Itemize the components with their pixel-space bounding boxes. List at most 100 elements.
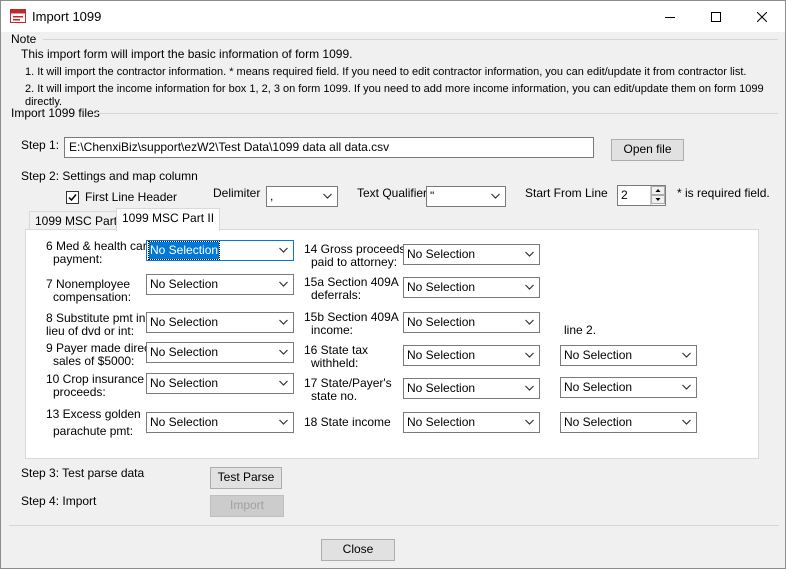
chevron-down-icon <box>279 247 288 253</box>
window-title: Import 1099 <box>32 9 102 24</box>
chevron-down-icon <box>279 419 288 425</box>
field-7-label-2: compensation: <box>53 290 132 304</box>
field-13-value: No Selection <box>150 415 219 429</box>
import-1099-window: Import 1099 Note This import form will i… <box>0 0 786 569</box>
chevron-down-icon <box>279 349 288 355</box>
field-15b-label-2: income: <box>311 323 354 337</box>
field-13-label-2: parachute pmt: <box>53 424 134 438</box>
field-17-state-select[interactable]: No Selection <box>560 377 697 398</box>
bottom-separator <box>9 525 779 526</box>
first-line-header-checkbox[interactable] <box>66 191 79 204</box>
field-16-label-2: withheld: <box>311 356 359 370</box>
close-button[interactable]: Close <box>321 539 395 561</box>
title-bar: Import 1099 <box>1 1 785 32</box>
checkmark-icon <box>68 194 77 202</box>
field-17-label-2: state no. <box>311 389 358 403</box>
field-18-state-select[interactable]: No Selection <box>560 412 697 433</box>
spinner-up-button[interactable] <box>651 186 665 195</box>
import-button[interactable]: Import <box>210 495 284 517</box>
field-16-select[interactable]: No Selection <box>403 345 540 366</box>
first-line-header-label: First Line Header <box>85 190 178 204</box>
field-15b-select[interactable]: No Selection <box>403 312 540 333</box>
field-10-select[interactable]: No Selection <box>146 373 294 394</box>
field-17-state-value: No Selection <box>564 380 633 394</box>
text-qualifier-value: " <box>430 189 435 203</box>
open-file-button[interactable]: Open file <box>611 139 684 161</box>
field-15b-value: No Selection <box>407 315 476 329</box>
maximize-button[interactable] <box>693 1 739 32</box>
chevron-down-icon <box>323 193 332 199</box>
field-16-value: No Selection <box>407 348 476 362</box>
chevron-down-icon <box>279 380 288 386</box>
file-path-input[interactable]: E:\ChenxiBiz\support\ezW2\Test Data\1099… <box>64 137 594 158</box>
caret-up-icon <box>655 189 661 192</box>
field-18-select[interactable]: No Selection <box>403 412 540 433</box>
chevron-down-icon <box>525 251 534 257</box>
chevron-down-icon <box>525 284 534 290</box>
chevron-down-icon <box>682 352 691 358</box>
field-8-value: No Selection <box>150 315 219 329</box>
test-parse-button[interactable]: Test Parse <box>210 467 282 489</box>
note-line-2: 2. It will import the income information… <box>25 83 764 108</box>
chevron-down-icon <box>279 281 288 287</box>
tab-1099-msc-part-2[interactable]: 1099 MSC Part II <box>116 208 221 231</box>
import-group-border <box>93 113 778 114</box>
field-9-select[interactable]: No Selection <box>146 342 294 363</box>
field-7-value: No Selection <box>150 277 219 291</box>
step1-label: Step 1: <box>21 138 60 152</box>
note-line-1: 1. It will import the contractor informa… <box>25 66 747 78</box>
field-6-select[interactable]: No Selection <box>146 240 294 261</box>
field-14-value: No Selection <box>407 247 476 261</box>
chevron-down-icon <box>491 193 500 199</box>
start-from-line-spinner[interactable]: 2 <box>617 185 666 206</box>
note-heading: Note <box>11 32 37 46</box>
field-15a-label-2: deferrals: <box>311 288 362 302</box>
field-15a-value: No Selection <box>407 280 476 294</box>
chevron-down-icon <box>525 352 534 358</box>
step3-label: Step 3: Test parse data <box>21 466 145 480</box>
chevron-down-icon <box>525 385 534 391</box>
field-14-label-2: paid to attorney: <box>311 255 398 269</box>
line-2-label: line 2. <box>564 323 597 337</box>
required-field-note: * is required field. <box>677 186 770 200</box>
field-17-select[interactable]: No Selection <box>403 378 540 399</box>
minimize-icon <box>665 16 675 18</box>
field-6-value: No Selection <box>147 241 221 260</box>
field-18-state-value: No Selection <box>564 415 633 429</box>
field-14-select[interactable]: No Selection <box>403 244 540 265</box>
field-9-label-2: sales of $5000: <box>53 354 135 368</box>
field-18-value: No Selection <box>407 415 476 429</box>
text-qualifier-select[interactable]: " <box>426 186 506 207</box>
step4-label: Step 4: Import <box>21 494 97 508</box>
tab-1099-msc-part-1[interactable]: 1099 MSC Part I <box>29 211 130 231</box>
minimize-button[interactable] <box>647 1 693 32</box>
field-16-state-value: No Selection <box>564 348 633 362</box>
field-8-label-2: lieu of dvd or int: <box>46 324 135 338</box>
field-7-select[interactable]: No Selection <box>146 274 294 295</box>
chevron-down-icon <box>279 319 288 325</box>
field-10-label-2: proceeds: <box>53 385 106 399</box>
spinner-buttons <box>650 186 665 205</box>
field-10-value: No Selection <box>150 376 219 390</box>
chevron-down-icon <box>525 419 534 425</box>
import-group-heading: Import 1099 files <box>11 106 100 120</box>
maximize-icon <box>711 11 721 22</box>
field-16-state-select[interactable]: No Selection <box>560 345 697 366</box>
field-8-select[interactable]: No Selection <box>146 312 294 333</box>
note-intro: This import form will import the basic i… <box>21 47 353 61</box>
text-qualifier-label: Text Qualifier <box>357 186 428 200</box>
field-13-select[interactable]: No Selection <box>146 412 294 433</box>
close-window-button[interactable] <box>739 1 785 32</box>
start-from-line-label: Start From Line <box>525 186 608 200</box>
spinner-down-button[interactable] <box>651 195 665 204</box>
chevron-down-icon <box>682 419 691 425</box>
start-from-line-value: 2 <box>621 188 628 202</box>
field-6-label-2: payment: <box>53 252 103 266</box>
field-15a-select[interactable]: No Selection <box>403 277 540 298</box>
delimiter-value: , <box>270 189 274 203</box>
field-9-value: No Selection <box>150 345 219 359</box>
caret-down-icon <box>655 198 661 201</box>
field-17-value: No Selection <box>407 381 476 395</box>
delimiter-select[interactable]: , <box>266 186 338 207</box>
field-18-label: 18 State income <box>304 415 391 429</box>
